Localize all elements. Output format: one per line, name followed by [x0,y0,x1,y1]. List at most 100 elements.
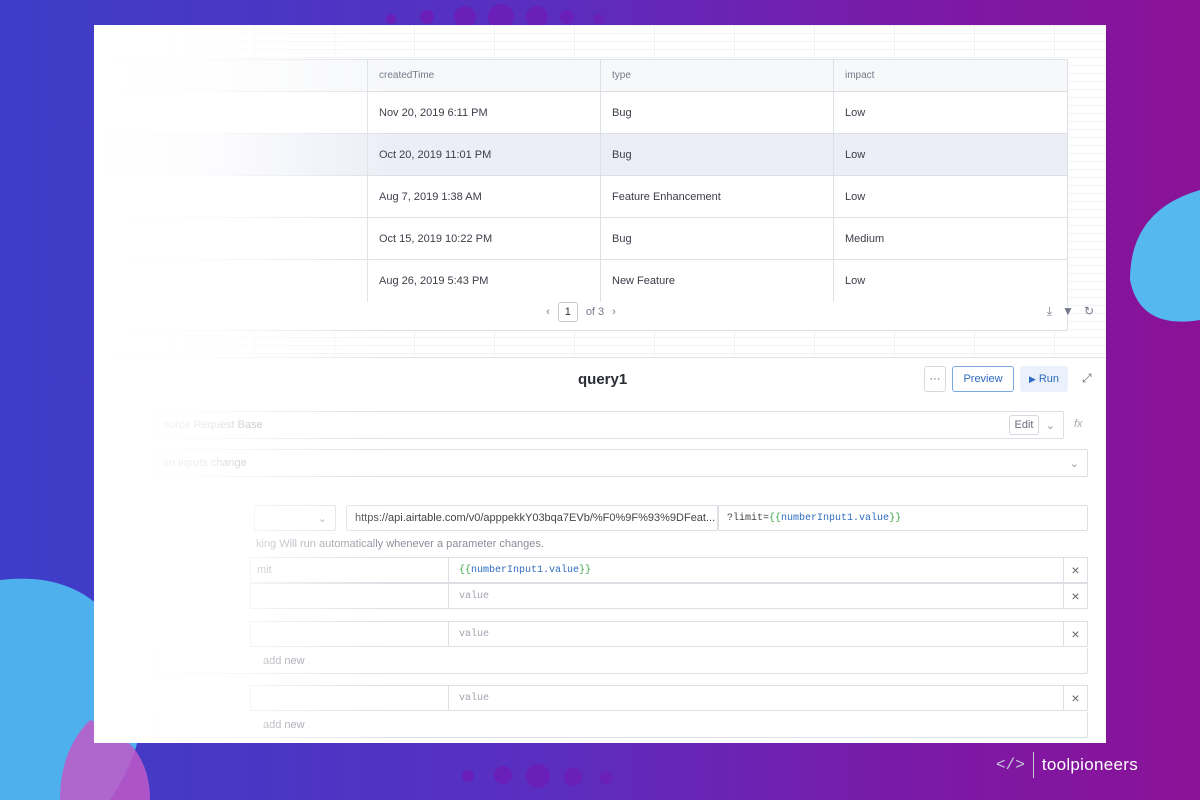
table-row[interactable]: Oct 15, 2019 10:22 PM Bug Medium [95,218,1067,260]
url-param-row: mit {{numberInput1 .value}} × [250,557,1088,583]
template-property: .value [543,564,580,576]
chevron-down-icon[interactable]: ⌄ [1046,419,1055,432]
run-button-label: Run [1038,373,1060,385]
add-header-row[interactable]: add new [154,648,1088,674]
code-icon: </> [996,756,1025,774]
param-key-field[interactable] [251,584,449,608]
cell-impact: Low [845,106,866,119]
template-property: .value [853,512,890,524]
table-row[interactable]: Aug 26, 2019 5:43 PM New Feature Low [95,260,1067,302]
remove-body-icon[interactable]: × [1063,686,1087,710]
add-body-row[interactable]: add new [154,712,1088,738]
template-variable: numberInput1 [781,512,854,524]
query-title[interactable]: query1 [578,371,627,388]
template-open: {{ [459,564,472,576]
filter-icon[interactable]: ▼ [1062,304,1074,319]
table-row-selected[interactable]: Oct 20, 2019 11:01 PM Bug Low [95,134,1067,176]
method-select[interactable]: ⌄ [254,505,336,531]
url-text: https://api.airtable.com/v0/apppekkY03bq… [355,512,716,524]
page-number-input[interactable]: 1 [557,302,578,322]
decor-dot [386,14,396,24]
trigger-label: en inputs change [163,457,247,469]
next-page-icon[interactable]: › [612,306,616,318]
decor-dot [494,766,512,784]
cell-impact: Low [845,148,866,161]
chevron-down-icon[interactable]: ⌄ [318,512,327,525]
decor-dot [600,772,612,784]
cell-type: Bug [601,218,834,259]
decor-dot [420,10,434,24]
header-key-field[interactable] [251,622,449,646]
page-count-label: of 3 [585,306,605,318]
run-button[interactable]: ▶ Run [1020,366,1068,392]
cell-createdtime: Aug 26, 2019 5:43 PM [368,260,601,302]
brand-logo: </> toolpioneers [996,752,1138,778]
url-param-row: value × [250,583,1088,609]
url-suffix-prefix: ?limit= [727,512,770,524]
column-header-createdtime[interactable]: createdTime [368,60,601,91]
table-header: createdTime type impact [95,60,1067,92]
resource-select[interactable]: ource Request Base Edit ⌄ [154,411,1064,439]
cell-createdtime: Oct 15, 2019 10:22 PM [368,218,601,259]
column-header-type[interactable]: type [601,60,834,91]
chevron-down-icon[interactable]: ⌄ [1070,457,1079,470]
prev-page-icon[interactable]: ‹ [546,306,550,318]
header-value-field[interactable]: value [449,622,1063,646]
url-input[interactable]: https://api.airtable.com/v0/apppekkY03bq… [346,505,718,531]
template-variable: numberInput1 [471,564,544,576]
brand-name: toolpioneers [1041,755,1139,774]
cell-createdtime: Aug 7, 2019 1:38 AM [368,176,601,217]
body-value-field[interactable]: value [449,686,1063,710]
decor-dot [560,10,574,24]
param-key-field[interactable]: mit [251,558,449,582]
cell-impact: Low [845,190,866,203]
preview-button[interactable]: Preview [952,366,1014,392]
pagination: ‹ 1 of 3 › [94,297,1068,327]
table-row[interactable]: Nov 20, 2019 6:11 PM Bug Low [95,92,1067,134]
cell-type: New Feature [601,260,834,302]
cell-impact: Low [845,275,866,287]
add-row-label: add new [263,718,305,731]
brand-separator [1032,752,1034,778]
header-row: value × [250,621,1088,647]
decor-dot [594,14,604,24]
param-value-field[interactable]: {{numberInput1 .value}} [449,558,1063,582]
remove-param-icon[interactable]: × [1063,558,1087,582]
table-toolbar: ⤓ ▼ ↻ [1047,304,1094,319]
remove-header-icon[interactable]: × [1063,622,1087,646]
fx-icon[interactable]: fx [1074,418,1083,430]
cell-createdtime: Nov 20, 2019 6:11 PM [368,92,601,133]
decor-dot [526,764,550,788]
param-value-field[interactable]: value [449,584,1063,608]
template-close: }} [889,512,902,524]
body-row: value × [250,685,1088,711]
data-table: createdTime type impact Nov 20, 2019 6:1… [94,59,1068,331]
expand-icon[interactable]: ⤢ [1082,371,1092,386]
resource-label: ource Request Base [163,419,263,431]
body-key-field[interactable] [251,686,449,710]
refresh-icon[interactable]: ↻ [1084,304,1094,319]
add-row-label: add new [263,654,305,667]
decor-blob-right [1130,190,1200,322]
app-card: createdTime type impact Nov 20, 2019 6:1… [94,25,1106,743]
download-icon[interactable]: ⤓ [1047,304,1052,319]
remove-param-icon[interactable]: × [1063,584,1087,608]
column-header-impact[interactable]: impact [834,60,1067,91]
auto-run-note: king Will run automatically whenever a p… [256,538,544,550]
panel-divider [94,357,1106,358]
trigger-select[interactable]: en inputs change ⌄ [154,449,1088,477]
edit-resource-button[interactable]: Edit [1009,415,1039,435]
play-icon: ▶ [1028,373,1036,384]
decor-dot [564,768,582,786]
cell-type: Feature Enhancement [601,176,834,217]
cell-type: Bug [601,92,834,133]
template-open: {{ [769,512,782,524]
cell-impact: Medium [845,232,885,245]
param-key-text: mit [257,564,272,576]
table-row[interactable]: Aug 7, 2019 1:38 AM Feature Enhancement … [95,176,1067,218]
cell-createdtime: Oct 20, 2019 11:01 PM [368,134,601,175]
template-close: }} [579,564,592,576]
decor-dot [462,770,474,782]
more-options-button[interactable]: ··· [924,366,946,392]
url-suffix-input[interactable]: ?limit={{numberInput1 .value}} [718,505,1088,531]
